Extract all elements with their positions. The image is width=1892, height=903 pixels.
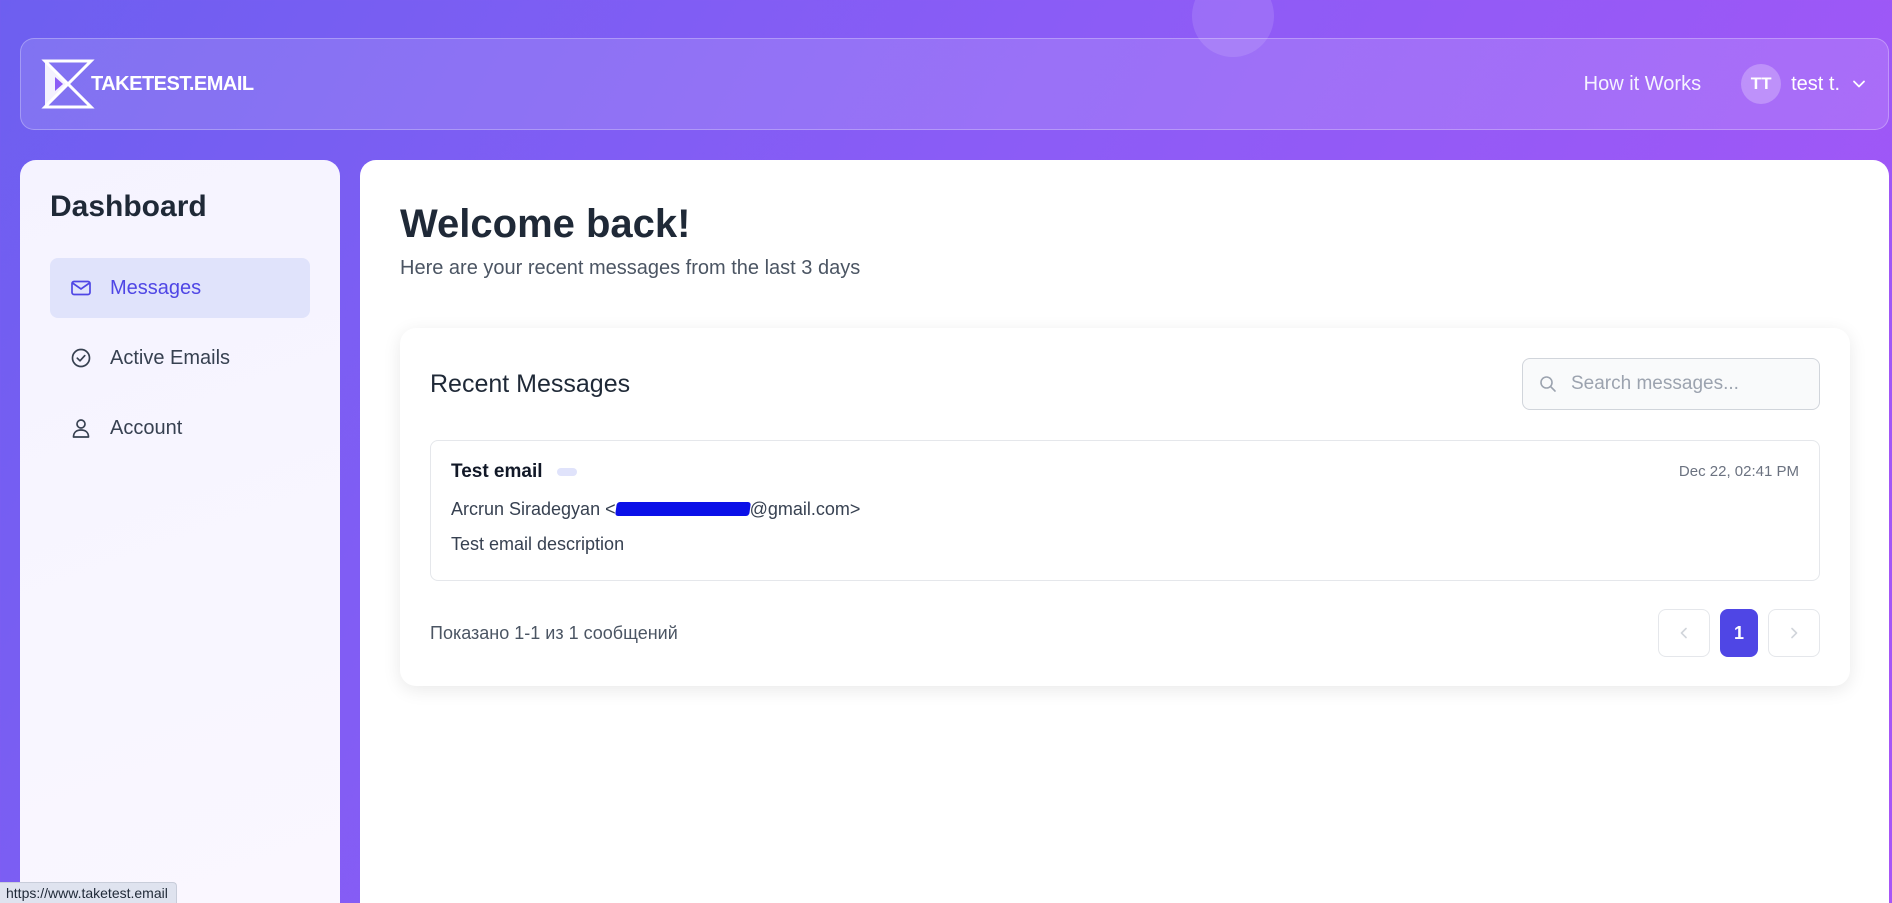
page-button-current[interactable]: 1	[1720, 609, 1758, 657]
sidebar-item-active-emails[interactable]: Active Emails	[50, 328, 310, 388]
sidebar: Dashboard Messages Active Emails Account	[20, 160, 340, 903]
logo-mark-icon	[41, 59, 95, 109]
message-item[interactable]: Test email Dec 22, 02:41 PM Arcrun Sirad…	[430, 440, 1820, 581]
sidebar-item-account[interactable]: Account	[50, 398, 310, 458]
top-header: TAKETEST.EMAIL How it Works TT test t.	[20, 38, 1889, 130]
main-content: Welcome back! Here are your recent messa…	[360, 160, 1889, 903]
card-title: Recent Messages	[430, 369, 631, 398]
pagination-count: Показано 1-1 из 1 сообщений	[430, 622, 678, 643]
redacted-email-mark	[614, 502, 751, 517]
sidebar-item-label: Active Emails	[110, 346, 231, 369]
message-subject: Test email	[451, 461, 543, 482]
sidebar-item-messages[interactable]: Messages	[50, 258, 310, 318]
sidebar-title: Dashboard	[50, 190, 207, 223]
search-box	[1522, 358, 1820, 410]
user-name: test t.	[1791, 72, 1840, 95]
sidebar-item-label: Messages	[110, 276, 202, 299]
search-input[interactable]	[1571, 373, 1803, 395]
mail-icon	[71, 280, 91, 296]
how-it-works-link[interactable]: How it Works	[1584, 73, 1701, 96]
page-title: Welcome back!	[400, 202, 691, 246]
browser-status-url: https://www.taketest.email	[0, 882, 177, 903]
message-description: Test email description	[451, 534, 625, 554]
chevron-left-icon	[1680, 627, 1687, 639]
chevron-down-icon	[1853, 80, 1865, 88]
check-circle-icon	[71, 348, 91, 368]
logo-text: TAKETEST.EMAIL	[91, 72, 254, 95]
message-sender: Arcrun Siradegyan < @gmail.com>	[451, 499, 1799, 520]
chevron-right-icon	[1791, 627, 1798, 639]
search-icon	[1540, 376, 1556, 392]
page-subtitle: Here are your recent messages from the l…	[400, 257, 861, 279]
user-menu[interactable]: TT test t.	[1741, 64, 1868, 104]
message-date: Dec 22, 02:41 PM	[1678, 463, 1799, 480]
user-icon	[72, 419, 90, 438]
avatar: TT	[1741, 64, 1782, 104]
sender-name: Arcrun Siradegyan <	[451, 499, 616, 519]
next-page-button[interactable]	[1768, 609, 1820, 657]
recent-messages-card: Recent Messages Test email Dec 22, 02:41…	[400, 328, 1850, 686]
sender-domain: @gmail.com>	[749, 499, 861, 519]
message-tag-badge	[556, 468, 577, 476]
pagination: 1	[1658, 609, 1820, 657]
sidebar-item-label: Account	[110, 416, 183, 439]
logo[interactable]: TAKETEST.EMAIL	[41, 57, 254, 111]
prev-page-button[interactable]	[1658, 609, 1710, 657]
